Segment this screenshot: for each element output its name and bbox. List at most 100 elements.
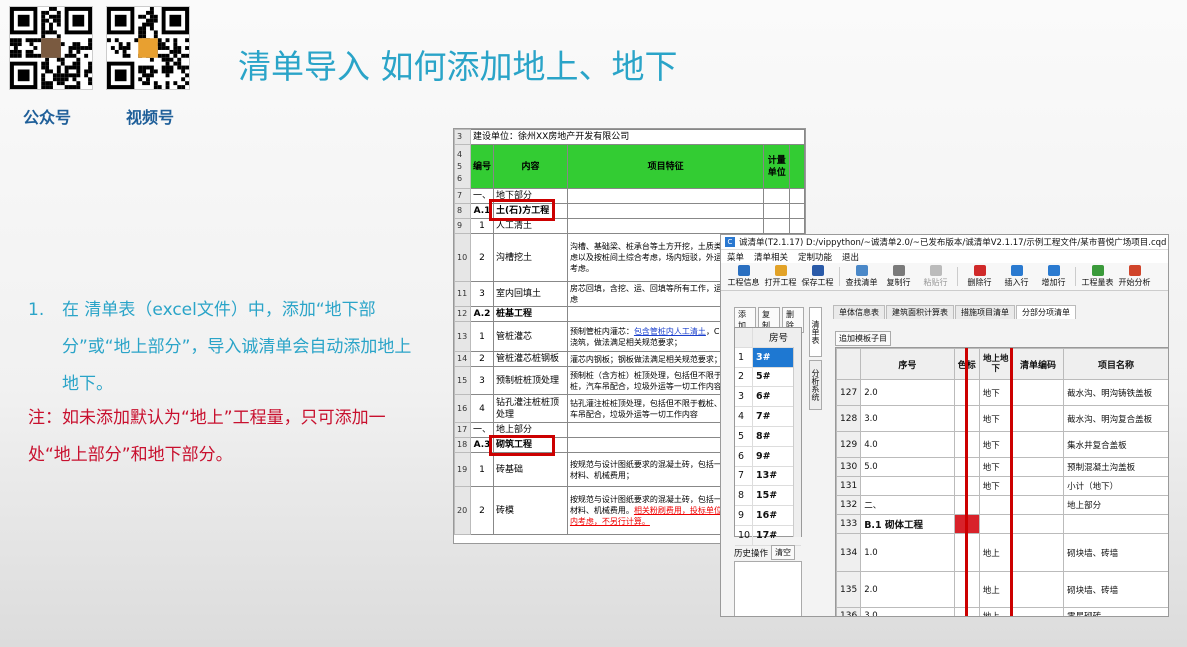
cell-bill-code[interactable]: [1011, 405, 1065, 432]
cell-seq[interactable]: 5.0: [860, 457, 955, 477]
cell-id[interactable]: 1: [469, 452, 494, 487]
cell-seq[interactable]: [860, 476, 955, 496]
cell-content[interactable]: 管桩灌芯桩钢板: [492, 351, 568, 367]
toolbar-label: 复制行: [886, 278, 911, 287]
cell-item-name[interactable]: 截水沟、明沟复合盖板: [1063, 405, 1168, 432]
toolbar-button[interactable]: 增加行: [1035, 263, 1072, 290]
room-list-item[interactable]: 2 5#: [735, 367, 801, 388]
cell-seq[interactable]: 2.0: [860, 571, 955, 608]
room-list-item[interactable]: 3 6#: [735, 387, 801, 408]
toolbar-button[interactable]: 删除行: [961, 263, 998, 290]
cell-content[interactable]: 钻孔灌注桩桩顶处理: [492, 394, 568, 423]
col-header-unit[interactable]: 计量单位: [763, 144, 791, 189]
grid-row-number: 135: [836, 571, 862, 608]
cell-bill-code[interactable]: [1011, 495, 1065, 515]
cell-item-name[interactable]: 截水沟、明沟铸铁盖板: [1063, 379, 1168, 406]
sheet-tab[interactable]: 建筑面积计算表: [886, 305, 954, 319]
append-template-button[interactable]: 追加模板子目: [835, 331, 891, 346]
toolbar-button[interactable]: 保存工程: [799, 263, 836, 290]
col-header-seq[interactable]: 序号: [860, 348, 955, 380]
room-list-item[interactable]: 6 9#: [735, 446, 801, 467]
toolbar-button[interactable]: 工程量表: [1079, 263, 1116, 290]
col-header-id[interactable]: 编号: [469, 144, 494, 189]
cell-content[interactable]: 沟槽挖土: [492, 233, 568, 282]
cell-unit[interactable]: [763, 188, 791, 204]
toolbar-button[interactable]: 插入行: [998, 263, 1035, 290]
sheet-tab[interactable]: 措施项目清单: [955, 305, 1015, 319]
toolbar-button[interactable]: 开始分析: [1116, 263, 1153, 290]
cell-item-name[interactable]: 集水井复合盖板: [1063, 431, 1168, 458]
cell-seq[interactable]: B.1 砌体工程: [860, 514, 955, 534]
cell-content[interactable]: 预制桩桩顶处理: [492, 366, 568, 395]
cell-item-name[interactable]: 预制混凝土沟盖板: [1063, 457, 1168, 477]
cell-seq[interactable]: 二、: [860, 495, 955, 515]
cell-content[interactable]: 桩基工程: [492, 306, 568, 322]
room-list-item[interactable]: 5 8#: [735, 426, 801, 447]
cell-bill-code[interactable]: [1011, 533, 1065, 572]
menu-item[interactable]: 菜单: [727, 251, 744, 263]
cell-item-name[interactable]: 小计（地下）: [1063, 476, 1168, 496]
cell-bill-code[interactable]: [1011, 476, 1065, 496]
cell-feature[interactable]: [566, 203, 765, 219]
clear-history-button[interactable]: 清空: [771, 545, 796, 560]
sheet-tab[interactable]: 单体信息表: [833, 305, 885, 319]
cell-id[interactable]: 3: [469, 281, 494, 307]
room-list-item[interactable]: 7 13#: [735, 466, 801, 487]
cell-bill-code[interactable]: [1011, 571, 1065, 608]
cell-id[interactable]: 2: [469, 351, 494, 367]
cell-id[interactable]: 4: [469, 394, 494, 423]
toolbar-button[interactable]: 工程信息: [725, 263, 762, 290]
toolbar-button[interactable]: 查找清单: [843, 263, 880, 290]
cell-seq[interactable]: 3.0: [860, 607, 955, 616]
col-header-bill-code[interactable]: 清单编码: [1011, 348, 1065, 380]
cell-feature[interactable]: [566, 218, 765, 234]
grid-row-number: 132: [836, 495, 862, 515]
cell-bill-code[interactable]: [1011, 607, 1065, 616]
menu-item[interactable]: 定制功能: [798, 251, 832, 263]
cell-id[interactable]: 3: [469, 366, 494, 395]
room-list: 房号 1 3# 2 5# 3 6# 4 7# 5 8# 6 9# 7 13# 8 15# 9 16# 10 17#: [734, 327, 802, 546]
cell-content[interactable]: 管桩灌芯: [492, 321, 568, 352]
room-list-scrollbar[interactable]: [793, 347, 801, 537]
cell-item-name[interactable]: 零星砌砖: [1063, 607, 1168, 616]
menu-item[interactable]: 清单相关: [754, 251, 788, 263]
room-list-item[interactable]: 4 7#: [735, 407, 801, 427]
cell-seq[interactable]: 1.0: [860, 533, 955, 572]
cell-bill-code[interactable]: [1011, 457, 1065, 477]
room-list-item[interactable]: 1 3#: [735, 347, 801, 368]
cell-feature[interactable]: [566, 188, 765, 204]
room-list-item[interactable]: 9 16#: [735, 506, 801, 526]
cell-id[interactable]: 2: [469, 233, 494, 282]
cell-seq[interactable]: 2.0: [860, 379, 955, 406]
cell-item-name[interactable]: 地上部分: [1063, 495, 1168, 515]
toolbar-button[interactable]: 复制行: [880, 263, 917, 290]
room-list-item[interactable]: 8 15#: [735, 486, 801, 507]
cell-content[interactable]: 砖基础: [492, 452, 568, 487]
cell-bill-code[interactable]: [1011, 379, 1065, 406]
room-index: 10: [735, 525, 753, 545]
col-header-feature[interactable]: 项目特征: [566, 144, 765, 189]
sheet-tab[interactable]: 分部分项清单: [1016, 305, 1076, 319]
cell-item-name[interactable]: 砌块墙、砖墙: [1063, 571, 1168, 608]
vtab-bill-table[interactable]: 清单表: [809, 307, 822, 357]
menu-item[interactable]: 退出: [842, 251, 859, 263]
cell-seq[interactable]: 3.0: [860, 405, 955, 432]
cell-id[interactable]: A.2: [469, 306, 494, 322]
cell-id[interactable]: 2: [469, 486, 494, 535]
vtab-analysis-system[interactable]: 分析系统: [809, 360, 822, 410]
room-list-item[interactable]: 10 17#: [735, 525, 801, 546]
col-header-item-name[interactable]: 项目名称: [1063, 348, 1168, 380]
cell-unit[interactable]: [763, 203, 791, 219]
cell-item-name[interactable]: 砌块墙、砖墙: [1063, 533, 1168, 572]
cell-content[interactable]: 室内回填土: [492, 281, 568, 307]
toolbar-button[interactable]: 打开工程: [762, 263, 799, 290]
cell-bill-code[interactable]: [1011, 514, 1065, 534]
cell-item-name[interactable]: [1063, 514, 1168, 534]
cell-bill-code[interactable]: [1011, 431, 1065, 458]
toolbar-button[interactable]: 粘贴行: [917, 263, 954, 290]
cell-id[interactable]: 1: [469, 321, 494, 352]
col-header-content[interactable]: 内容: [492, 144, 568, 189]
cell-unit[interactable]: [763, 218, 791, 234]
cell-seq[interactable]: 4.0: [860, 431, 955, 458]
cell-content[interactable]: 砖模: [492, 486, 568, 535]
